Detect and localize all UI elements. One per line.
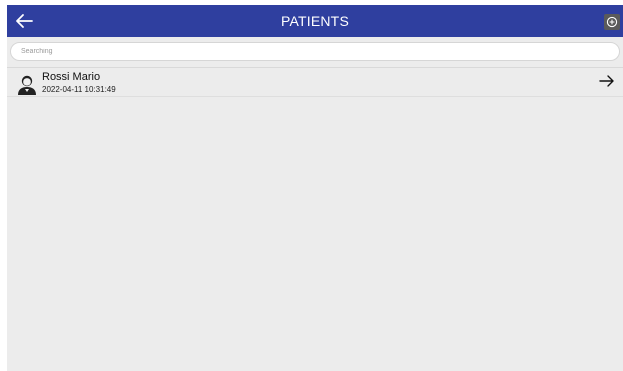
page-title: PATIENTS [281, 13, 349, 29]
plus-circle-icon [606, 16, 618, 28]
search-bar [10, 42, 620, 61]
arrow-right-icon[interactable] [599, 74, 615, 88]
top-app-bar: PATIENTS [7, 5, 623, 37]
back-button[interactable] [12, 9, 36, 33]
row-divider [7, 96, 623, 97]
add-patient-button[interactable] [604, 14, 620, 30]
search-input[interactable] [21, 43, 611, 60]
patient-name: Rossi Mario [42, 71, 101, 83]
patient-list-item[interactable]: Rossi Mario 2022-04-11 10:31:49 [7, 68, 623, 96]
arrow-left-icon [16, 14, 33, 28]
patient-datetime: 2022-04-11 10:31:49 [42, 85, 116, 94]
person-avatar-icon [18, 75, 36, 95]
patients-screen: PATIENTS Rossi Mario 2022-04-11 10:31:49 [7, 5, 623, 371]
